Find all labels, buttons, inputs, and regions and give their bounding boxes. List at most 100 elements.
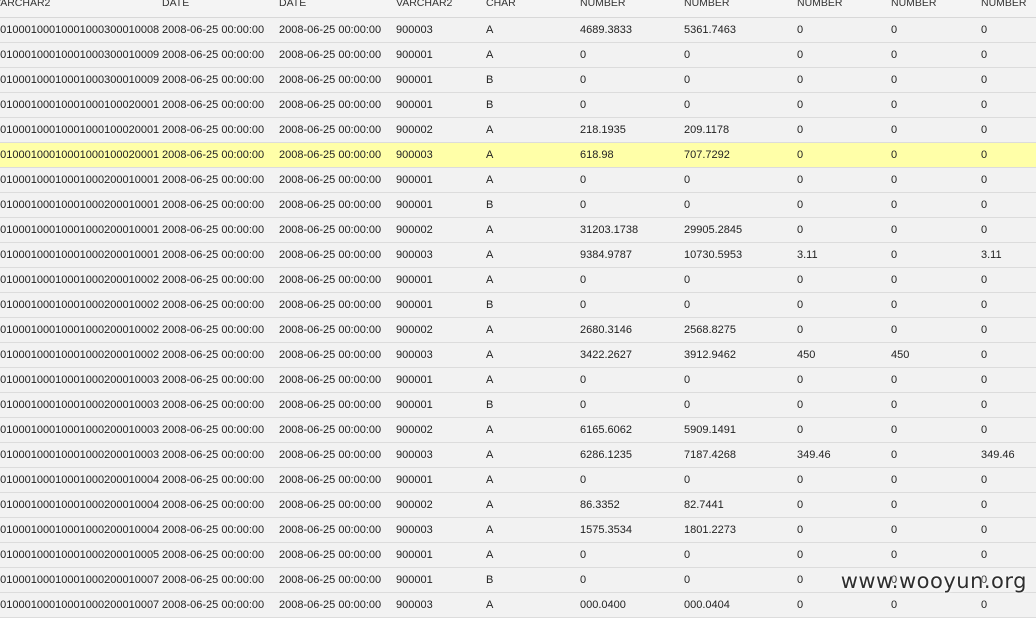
table-cell[interactable]: 0 <box>891 199 897 211</box>
table-row[interactable]: 001000100010001000200010002 2008-06-25 00… <box>0 268 1036 293</box>
table-cell[interactable]: 0 <box>684 374 690 386</box>
table-cell[interactable]: 2008-06-25 00:00:00 <box>162 374 264 386</box>
table-cell[interactable]: 0 <box>580 199 586 211</box>
table-row[interactable]: 001000100010001000300010009 2008-06-25 00… <box>0 68 1036 93</box>
table-cell[interactable]: 900001 <box>396 374 433 386</box>
table-cell[interactable]: A <box>486 224 493 236</box>
table-cell[interactable]: B <box>486 99 493 111</box>
table-cell[interactable]: 0 <box>891 449 897 461</box>
table-cell[interactable]: 3.11 <box>797 249 818 261</box>
column-header[interactable]: CHAR <box>486 0 516 9</box>
table-cell[interactable]: 2008-06-25 00:00:00 <box>279 124 381 136</box>
table-cell[interactable]: 2008-06-25 00:00:00 <box>279 74 381 86</box>
column-header[interactable]: VARCHAR2 <box>0 0 50 9</box>
table-cell[interactable]: A <box>486 249 493 261</box>
table-cell[interactable]: 0 <box>580 174 586 186</box>
table-cell[interactable]: 900003 <box>396 149 433 161</box>
table-cell[interactable]: 001000100010001000200010001 <box>0 224 159 236</box>
table-cell[interactable]: 0 <box>891 524 897 536</box>
table-cell[interactable]: 0 <box>797 224 803 236</box>
table-cell[interactable]: 900002 <box>396 224 433 236</box>
table-cell[interactable]: 001000100010001000200010004 <box>0 499 159 511</box>
table-cell[interactable]: 0 <box>981 424 987 436</box>
table-cell[interactable]: 001000100010001000200010001 <box>0 249 159 261</box>
table-cell[interactable]: B <box>486 299 493 311</box>
table-row[interactable]: 001000100010001000200010007 2008-06-25 00… <box>0 593 1036 618</box>
table-cell[interactable]: 900001 <box>396 49 433 61</box>
table-cell[interactable]: A <box>486 49 493 61</box>
table-cell[interactable]: 0 <box>580 574 586 586</box>
table-cell[interactable]: 2008-06-25 00:00:00 <box>279 349 381 361</box>
table-cell[interactable]: 0 <box>797 499 803 511</box>
column-header[interactable]: NUMBER <box>580 0 626 9</box>
table-cell[interactable]: 0 <box>797 49 803 61</box>
table-cell[interactable]: 0 <box>981 199 987 211</box>
table-cell[interactable]: 900003 <box>396 349 433 361</box>
table-cell[interactable]: 0 <box>797 149 803 161</box>
table-cell[interactable]: 2008-06-25 00:00:00 <box>279 249 381 261</box>
table-cell[interactable]: A <box>486 524 493 536</box>
table-row[interactable]: 001000100010001000100020001 2008-06-25 00… <box>0 143 1036 168</box>
table-cell[interactable]: 2008-06-25 00:00:00 <box>162 324 264 336</box>
table-cell[interactable]: 001000100010001000100020001 <box>0 149 159 161</box>
table-cell[interactable]: 2008-06-25 00:00:00 <box>162 174 264 186</box>
table-cell[interactable]: 4689.3833 <box>580 24 632 36</box>
table-cell[interactable]: 0 <box>981 374 987 386</box>
table-cell[interactable]: A <box>486 549 493 561</box>
table-cell[interactable]: 0 <box>684 49 690 61</box>
table-cell[interactable]: 2008-06-25 00:00:00 <box>162 349 264 361</box>
table-cell[interactable]: 0 <box>891 49 897 61</box>
table-cell[interactable]: 0 <box>797 274 803 286</box>
table-cell[interactable]: 0 <box>981 299 987 311</box>
table-cell[interactable]: 001000100010001000200010003 <box>0 399 159 411</box>
table-cell[interactable]: 0 <box>891 74 897 86</box>
table-cell[interactable]: 0 <box>981 499 987 511</box>
table-cell[interactable]: 0 <box>981 174 987 186</box>
table-cell[interactable]: 0 <box>981 324 987 336</box>
table-cell[interactable]: 5361.7463 <box>684 24 736 36</box>
table-cell[interactable]: 900001 <box>396 399 433 411</box>
table-cell[interactable]: B <box>486 399 493 411</box>
table-cell[interactable]: 0 <box>797 524 803 536</box>
table-cell[interactable]: 0 <box>891 274 897 286</box>
table-cell[interactable]: 0 <box>684 174 690 186</box>
table-cell[interactable]: 0 <box>891 399 897 411</box>
table-row[interactable]: 001000100010001000200010002 2008-06-25 00… <box>0 343 1036 368</box>
table-cell[interactable]: 900001 <box>396 199 433 211</box>
table-cell[interactable]: 900003 <box>396 249 433 261</box>
column-header[interactable]: DATE <box>279 0 306 9</box>
table-cell[interactable]: 0 <box>684 74 690 86</box>
column-header[interactable]: NUMBER <box>891 0 937 9</box>
table-cell[interactable]: 0 <box>891 24 897 36</box>
table-cell[interactable]: 0 <box>891 599 897 611</box>
table-cell[interactable]: B <box>486 199 493 211</box>
table-cell[interactable]: 2008-06-25 00:00:00 <box>279 174 381 186</box>
table-cell[interactable]: B <box>486 574 493 586</box>
table-cell[interactable]: 0 <box>580 399 586 411</box>
table-cell[interactable]: 2008-06-25 00:00:00 <box>279 474 381 486</box>
table-cell[interactable]: 0 <box>797 174 803 186</box>
table-cell[interactable]: 900003 <box>396 524 433 536</box>
table-cell[interactable]: 001000100010001000200010002 <box>0 349 159 361</box>
table-cell[interactable]: 900002 <box>396 324 433 336</box>
table-cell[interactable]: 2008-06-25 00:00:00 <box>162 24 264 36</box>
table-cell[interactable]: 2008-06-25 00:00:00 <box>279 549 381 561</box>
table-cell[interactable]: 2568.8275 <box>684 324 736 336</box>
table-cell[interactable]: 2008-06-25 00:00:00 <box>162 124 264 136</box>
table-cell[interactable]: 2008-06-25 00:00:00 <box>279 299 381 311</box>
table-row[interactable]: 001000100010001000200010004 2008-06-25 00… <box>0 493 1036 518</box>
table-cell[interactable]: 450 <box>891 349 909 361</box>
table-cell[interactable]: 0 <box>797 124 803 136</box>
table-cell[interactable]: A <box>486 24 493 36</box>
table-cell[interactable]: 0 <box>684 199 690 211</box>
table-cell[interactable]: 0 <box>891 499 897 511</box>
table-cell[interactable]: B <box>486 74 493 86</box>
table-cell[interactable]: 349.46 <box>981 449 1015 461</box>
table-cell[interactable]: 1801.2273 <box>684 524 736 536</box>
table-cell[interactable]: A <box>486 474 493 486</box>
table-cell[interactable]: 0 <box>981 524 987 536</box>
table-cell[interactable]: 0 <box>684 299 690 311</box>
table-cell[interactable]: 2008-06-25 00:00:00 <box>279 224 381 236</box>
table-cell[interactable]: A <box>486 149 493 161</box>
table-cell[interactable]: 001000100010001000200010004 <box>0 474 159 486</box>
